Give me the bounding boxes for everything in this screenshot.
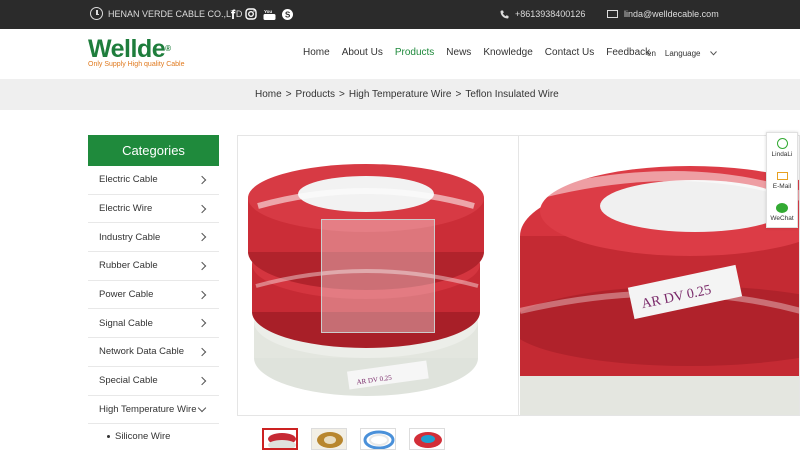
chevron-right-icon [197,319,207,328]
nav-products[interactable]: Products [395,47,434,58]
category-signal-cable[interactable]: Signal Cable [88,309,219,339]
facebook-icon[interactable]: f [226,6,240,22]
subcategory-silicone-wire[interactable]: Silicone Wire [88,424,219,448]
breadcrumb-high-temperature-wire[interactable]: High Temperature Wire [349,89,452,100]
wechat-icon [776,203,788,213]
category-industry-cable[interactable]: Industry Cable [88,223,219,253]
nav-home[interactable]: Home [303,47,330,58]
wechat-label: WeChat [770,215,794,222]
breadcrumb-separator: > [285,89,292,100]
company-info: HENAN VERDE CABLE CO.,LTD [90,7,242,20]
email-address: linda@welldecable.com [624,9,719,19]
chevron-right-icon [197,175,207,185]
product-image-zoomed: AR DV 0.25 [510,136,799,415]
nav-feedback[interactable]: Feedback [606,47,650,58]
nav-knowledge[interactable]: Knowledge [483,47,532,58]
breadcrumb-products[interactable]: Products [296,89,335,100]
phone-contact[interactable]: +8613938400126 [500,9,585,19]
categories-sidebar: Categories Electric Cable Electric Wire … [88,135,219,448]
breadcrumb-bar: Home > Products > High Temperature Wire … [0,79,800,110]
categories-title: Categories [88,135,219,166]
category-power-cable[interactable]: Power Cable [88,280,219,310]
logo[interactable]: Wellde® Only Supply High quality Cable [88,35,185,68]
whatsapp-label: LindaLi [771,151,793,158]
breadcrumb-home[interactable]: Home [255,89,282,100]
language-label: Language [664,49,701,58]
phone-number: +8613938400126 [515,9,586,19]
chevron-right-icon [197,347,207,357]
language-selector[interactable]: en Language [647,49,717,58]
language-code: en [647,49,656,58]
phone-icon [500,10,509,19]
thumbnail-strip [262,428,445,450]
chevron-right-icon [197,290,207,299]
breadcrumb-separator: > [455,89,462,100]
chevron-right-icon [197,261,207,271]
svg-text:You: You [264,9,272,14]
thumbnail[interactable] [409,428,445,450]
zoom-lens[interactable] [321,219,435,333]
product-gallery: AR DV 0.25 AR DV 0.25 [237,135,800,416]
logo-tagline: Only Supply High quality Cable [88,61,185,68]
chevron-right-icon [197,204,207,213]
wechat-contact[interactable]: WeChat [767,197,797,229]
nav-about-us[interactable]: About Us [342,47,383,58]
clock-icon [90,7,103,20]
thumbnail[interactable] [360,428,396,450]
category-high-temperature-wire[interactable]: High Temperature Wire [88,395,219,425]
social-links: f You S [226,6,294,22]
top-bar: HENAN VERDE CABLE CO.,LTD f You S +86139… [0,0,800,29]
breadcrumb-separator: > [339,89,345,100]
bullet-icon [107,434,110,438]
instagram-icon[interactable] [244,6,258,22]
skype-icon[interactable]: S [280,6,294,22]
whatsapp-contact[interactable]: LindaLi [767,133,797,165]
main-nav: Home About Us Products News Knowledge Co… [303,47,662,58]
chevron-right-icon [197,232,207,242]
email-label: E-Mail [772,183,792,190]
site-header: Wellde® Only Supply High quality Cable H… [0,29,800,79]
email-icon [776,172,788,180]
category-rubber-cable[interactable]: Rubber Cable [88,252,219,281]
thumbnail[interactable] [311,428,347,450]
nav-contact-us[interactable]: Contact Us [545,47,594,58]
company-name: HENAN VERDE CABLE CO.,LTD [108,8,243,19]
nav-news[interactable]: News [446,47,471,58]
svg-text:S: S [285,10,291,19]
breadcrumb: Home > Products > High Temperature Wire … [255,89,559,100]
email-contact[interactable]: linda@welldecable.com [607,9,719,19]
product-image[interactable]: AR DV 0.25 [238,136,519,415]
category-special-cable[interactable]: Special Cable [88,366,219,396]
category-electric-cable[interactable]: Electric Cable [88,166,219,195]
youtube-icon[interactable]: You [262,6,276,22]
logo-wordmark: Wellde® [88,35,171,63]
floating-contact-panel: LindaLi E-Mail WeChat [766,132,798,228]
whatsapp-icon [776,138,788,149]
chevron-down-icon [709,51,717,56]
thumbnail[interactable] [262,428,298,450]
breadcrumb-current: Teflon Insulated Wire [465,89,559,100]
category-electric-wire[interactable]: Electric Wire [88,194,219,224]
mail-icon [607,10,618,18]
category-network-data-cable[interactable]: Network Data Cable [88,338,219,367]
chevron-down-icon [197,403,207,413]
email-float-contact[interactable]: E-Mail [767,165,797,197]
chevron-right-icon [197,376,207,385]
